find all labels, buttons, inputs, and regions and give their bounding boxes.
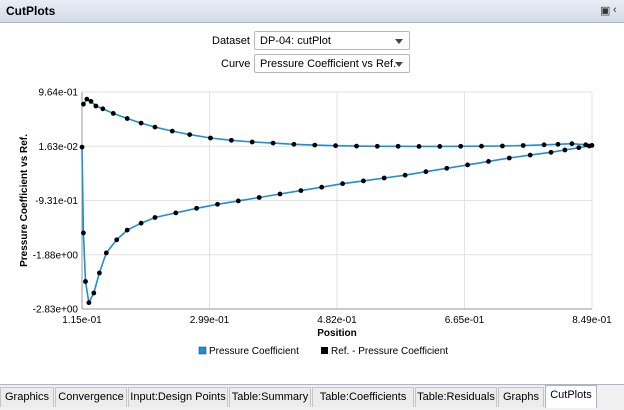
data-point bbox=[235, 198, 241, 204]
data-point bbox=[114, 237, 120, 243]
data-point bbox=[423, 169, 429, 175]
tab-graphics[interactable]: Graphics bbox=[0, 387, 54, 407]
data-point bbox=[479, 143, 484, 149]
data-point bbox=[270, 140, 276, 146]
data-point bbox=[319, 184, 325, 190]
data-point bbox=[444, 165, 450, 171]
data-point bbox=[527, 152, 533, 158]
data-point bbox=[215, 201, 220, 207]
legend-label-pressure-coefficient: Pressure Coefficient bbox=[209, 346, 299, 357]
data-point bbox=[402, 172, 408, 178]
data-point bbox=[86, 300, 92, 306]
data-point bbox=[458, 143, 464, 149]
data-point bbox=[169, 128, 175, 134]
data-point bbox=[110, 111, 116, 116]
data-point bbox=[138, 120, 144, 126]
data-point bbox=[416, 144, 422, 149]
data-point bbox=[81, 230, 86, 236]
data-point bbox=[173, 210, 179, 216]
data-point bbox=[277, 191, 283, 197]
data-point bbox=[374, 143, 380, 149]
y-tick-label: -9.31e-01 bbox=[35, 196, 78, 207]
tab-input-design-points[interactable]: Input:Design Points bbox=[128, 387, 228, 407]
data-point bbox=[81, 101, 86, 107]
data-point bbox=[124, 116, 130, 121]
data-point bbox=[333, 143, 338, 149]
data-point bbox=[208, 135, 213, 141]
data-point bbox=[249, 139, 255, 145]
data-point bbox=[486, 159, 491, 164]
data-point bbox=[256, 195, 262, 200]
legend-swatch-ref-pressure-coefficient bbox=[321, 347, 328, 354]
data-point bbox=[555, 141, 561, 147]
data-point bbox=[576, 145, 582, 151]
data-point bbox=[312, 142, 318, 148]
y-tick-label: -1.88e+00 bbox=[33, 250, 79, 261]
data-point bbox=[187, 132, 193, 138]
data-point bbox=[152, 215, 158, 220]
data-point bbox=[93, 103, 99, 109]
data-point bbox=[91, 290, 97, 296]
data-point bbox=[569, 141, 575, 147]
data-point bbox=[124, 227, 130, 233]
y-tick-label: 1.63e-02 bbox=[39, 142, 79, 153]
tab-table-residuals[interactable]: Table:Residuals bbox=[415, 387, 497, 407]
bottom-tab-bar: Graphics Convergence Input:Design Points Ta… bbox=[0, 384, 624, 410]
x-tick-label: 2.99e-01 bbox=[190, 315, 230, 326]
data-point bbox=[84, 96, 90, 102]
cutplot-chart: 1.15e-01 2.99e-01 4.82e-01 6.65e-01 8.49e-01… bbox=[19, 88, 612, 358]
data-point bbox=[395, 143, 401, 149]
data-point bbox=[541, 142, 547, 148]
data-point bbox=[79, 144, 85, 150]
y-tick-label: 9.64e-01 bbox=[39, 88, 79, 99]
data-point bbox=[103, 250, 109, 256]
y-axis-label: Pressure Coefficient vs Ref. bbox=[19, 134, 30, 267]
data-point bbox=[229, 137, 234, 143]
tab-cutplots[interactable]: CutPlots bbox=[545, 385, 597, 408]
y-tick-label: -2.83e+00 bbox=[33, 305, 79, 316]
data-point bbox=[298, 188, 304, 194]
data-point bbox=[340, 181, 345, 187]
data-point bbox=[562, 147, 568, 153]
x-axis-label: Position bbox=[317, 328, 356, 339]
data-point bbox=[500, 143, 505, 149]
x-tick-label: 8.49e-01 bbox=[572, 315, 612, 326]
tab-graphs[interactable]: Graphs bbox=[498, 387, 544, 407]
data-point bbox=[506, 155, 512, 161]
data-point bbox=[586, 143, 592, 149]
data-point bbox=[138, 220, 144, 226]
data-point bbox=[520, 143, 526, 148]
data-point bbox=[97, 270, 102, 276]
legend-swatch-pressure-coefficient bbox=[198, 346, 207, 355]
data-point bbox=[194, 205, 200, 211]
data-point bbox=[361, 178, 366, 184]
data-point bbox=[152, 124, 158, 130]
data-point bbox=[354, 143, 359, 149]
legend-label-ref-pressure-coefficient: Ref. - Pressure Coefficient bbox=[331, 346, 448, 357]
x-tick-label: 4.82e-01 bbox=[317, 315, 357, 326]
data-point bbox=[381, 175, 387, 181]
x-tick-label: 1.15e-01 bbox=[62, 315, 102, 326]
data-point bbox=[465, 162, 470, 168]
x-tick-label: 6.65e-01 bbox=[445, 315, 485, 326]
data-point bbox=[88, 99, 94, 104]
tab-table-summary[interactable]: Table:Summary bbox=[229, 387, 311, 407]
data-point bbox=[83, 279, 88, 284]
tab-convergence[interactable]: Convergence bbox=[55, 387, 127, 407]
data-point bbox=[100, 106, 106, 112]
data-point bbox=[548, 149, 554, 155]
data-point bbox=[291, 141, 297, 147]
data-point bbox=[437, 144, 443, 149]
tab-table-coefficients[interactable]: Table:Coefficients bbox=[312, 387, 414, 407]
